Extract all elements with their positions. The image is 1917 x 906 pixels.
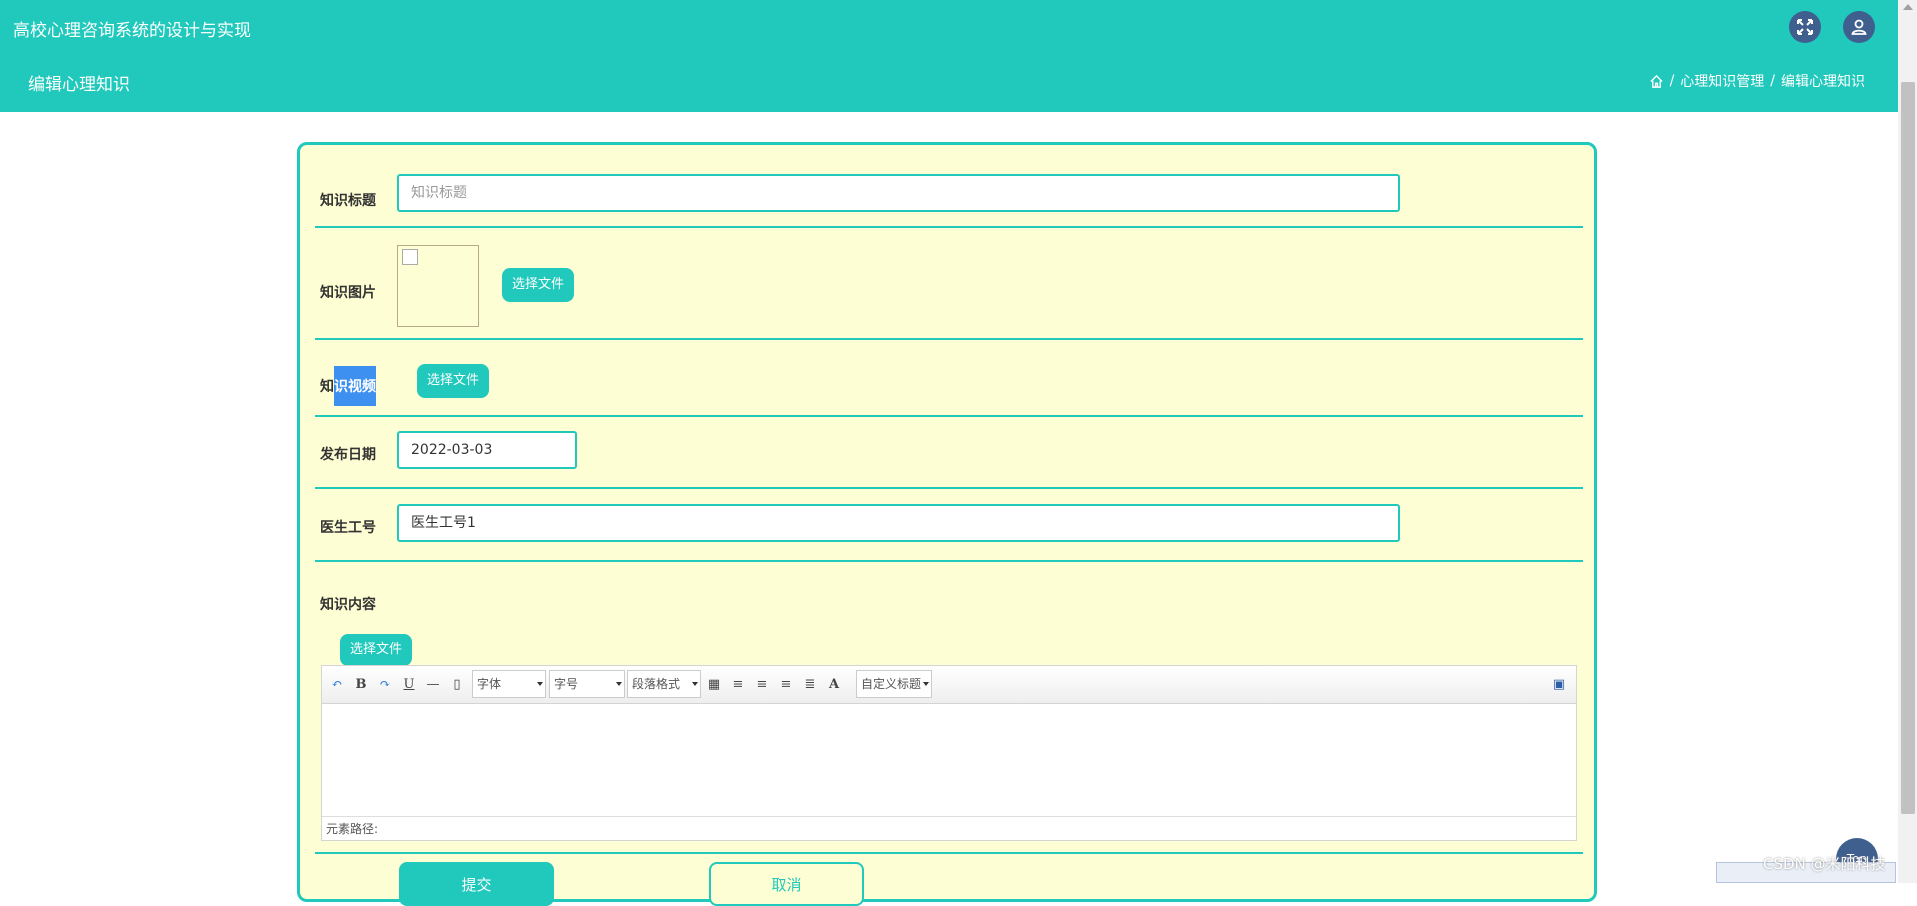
font-family-value: 字体 [477,677,502,691]
custom-title-select[interactable]: 自定义标题 [856,670,932,698]
breadcrumb-separator: / [1669,73,1675,89]
content-label: 知识内容 [320,597,376,613]
redo-icon[interactable]: ↷ [376,675,394,693]
page-heading: 编辑心理知识 [28,75,130,95]
submit-button[interactable]: 提交 [399,862,554,906]
rich-text-editor: ↶ B ↷ U — ▯ 字体 字号 段落格式 ▦ ≡ ≡ ≡ ≣ A 自定义标题… [321,665,1577,841]
breadcrumb-current: 编辑心理知识 [1781,74,1865,90]
image-label: 知识图片 [320,285,376,301]
bold-icon[interactable]: B [352,675,370,693]
paragraph-format-value: 段落格式 [632,677,681,691]
form-row-title: 知识标题 [315,145,1583,228]
broken-image-icon [402,249,418,265]
video-label-selected-text: 识视频 [334,366,376,406]
title-input[interactable] [397,174,1400,212]
image-select-file-button[interactable]: 选择文件 [502,268,575,302]
fullscreen-editor-icon[interactable]: ▣ [1550,675,1568,693]
video-select-file-button[interactable]: 选择文件 [417,364,490,398]
form-row-publish-date: 发布日期 2022-03-03 [315,417,1583,489]
chevron-down-icon [537,682,543,686]
font-family-select[interactable]: 字体 [472,670,546,698]
chevron-down-icon [616,682,622,686]
form-row-doctor-id: 医生工号 医生工号1 [315,489,1583,562]
doctor-id-label: 医生工号 [320,520,376,536]
cancel-button[interactable]: 取消 [709,862,864,906]
align-left-icon[interactable]: ≡ [729,675,747,693]
align-justify-icon[interactable]: ≣ [801,675,819,693]
edit-form: 知识标题 知识图片 选择文件 知识视频 选择文件 发布日期 2022-03-03… [297,142,1597,906]
editor-status-bar: 元素路径: [322,816,1576,840]
horizontal-rule-icon[interactable]: — [424,675,442,693]
align-center-icon[interactable]: ≡ [777,675,795,693]
doctor-id-input[interactable]: 医生工号1 [397,504,1400,542]
fullscreen-icon[interactable] [1789,11,1821,43]
table-icon[interactable]: ▦ [705,675,723,693]
underline-icon[interactable]: U [400,675,418,693]
editor-content-area[interactable] [322,704,1576,814]
user-icon[interactable] [1843,11,1875,43]
form-row-image: 知识图片 选择文件 [315,228,1583,340]
image-preview [397,245,479,327]
breadcrumb-separator: / [1770,73,1775,89]
publish-date-label: 发布日期 [320,447,376,463]
paragraph-format-select[interactable]: 段落格式 [627,670,701,698]
video-label: 知识视频 [320,366,376,406]
undo-icon[interactable]: ↶ [328,675,346,693]
app-title: 高校心理咨询系统的设计与实现 [13,21,251,41]
breadcrumb-parent-link[interactable]: 心理知识管理 [1680,71,1764,91]
align-right-icon[interactable]: ≡ [753,675,771,693]
top-header: 高校心理咨询系统的设计与实现 编辑心理知识 / 心理知识管理 / 编辑心理知识 [0,0,1898,112]
title-label: 知识标题 [320,193,376,209]
scrollbar-thumb[interactable] [1901,82,1915,814]
form-row-video: 知识视频 选择文件 [315,340,1583,417]
font-size-select[interactable]: 字号 [549,670,625,698]
publish-date-input[interactable]: 2022-03-03 [397,431,577,469]
page-icon[interactable]: ▯ [448,675,466,693]
chevron-down-icon [923,682,929,686]
page-scrollbar[interactable] [1898,0,1917,883]
font-color-icon[interactable]: A [825,675,843,693]
scroll-up-arrow-icon[interactable] [1903,4,1913,10]
watermark: CSDN @米阳科技 [1763,855,1886,873]
custom-title-value: 自定义标题 [861,677,922,691]
content-select-file-button[interactable]: 选择文件 [340,634,413,666]
editor-toolbar: ↶ B ↷ U — ▯ 字体 字号 段落格式 ▦ ≡ ≡ ≡ ≣ A 自定义标题… [322,666,1576,704]
video-label-prefix: 知 [320,379,334,395]
font-size-value: 字号 [554,677,579,691]
breadcrumb: / 心理知识管理 / 编辑心理知识 [1649,71,1865,91]
home-icon[interactable] [1649,74,1664,89]
chevron-down-icon [692,682,698,686]
